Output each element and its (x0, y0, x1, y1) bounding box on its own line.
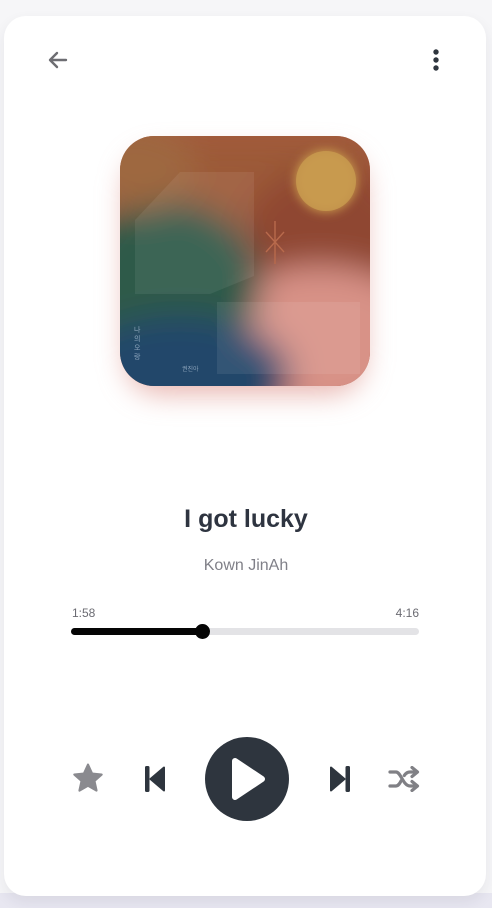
album-art-title-text: 나의 오랑 (134, 327, 141, 361)
album-art: 나의 오랑 권진아 (120, 136, 370, 386)
back-button[interactable] (40, 44, 76, 76)
album-art-image (120, 136, 370, 386)
total-time: 4:16 (395, 606, 419, 620)
favorite-button[interactable] (68, 760, 108, 798)
current-time: 1:58 (72, 606, 96, 620)
album-art-container: 나의 오랑 권진아 (120, 136, 370, 394)
progress-slider[interactable] (71, 624, 419, 639)
more-options-button[interactable] (422, 44, 450, 76)
shuffle-icon (388, 766, 420, 792)
star-icon (73, 763, 103, 792)
skip-next-icon (330, 766, 350, 792)
skip-previous-icon (145, 766, 165, 792)
shuffle-button[interactable] (384, 762, 424, 796)
play-button[interactable] (205, 737, 289, 821)
arrow-left-icon (48, 51, 68, 69)
song-title: I got lucky (184, 505, 308, 533)
album-art-artist-text: 권진아 (182, 367, 199, 373)
progress-fill (71, 628, 203, 635)
next-button[interactable] (325, 762, 355, 796)
more-vertical-icon (433, 49, 439, 71)
song-artist: Kown JinAh (203, 557, 289, 574)
previous-button[interactable] (140, 762, 170, 796)
play-icon (232, 758, 265, 800)
